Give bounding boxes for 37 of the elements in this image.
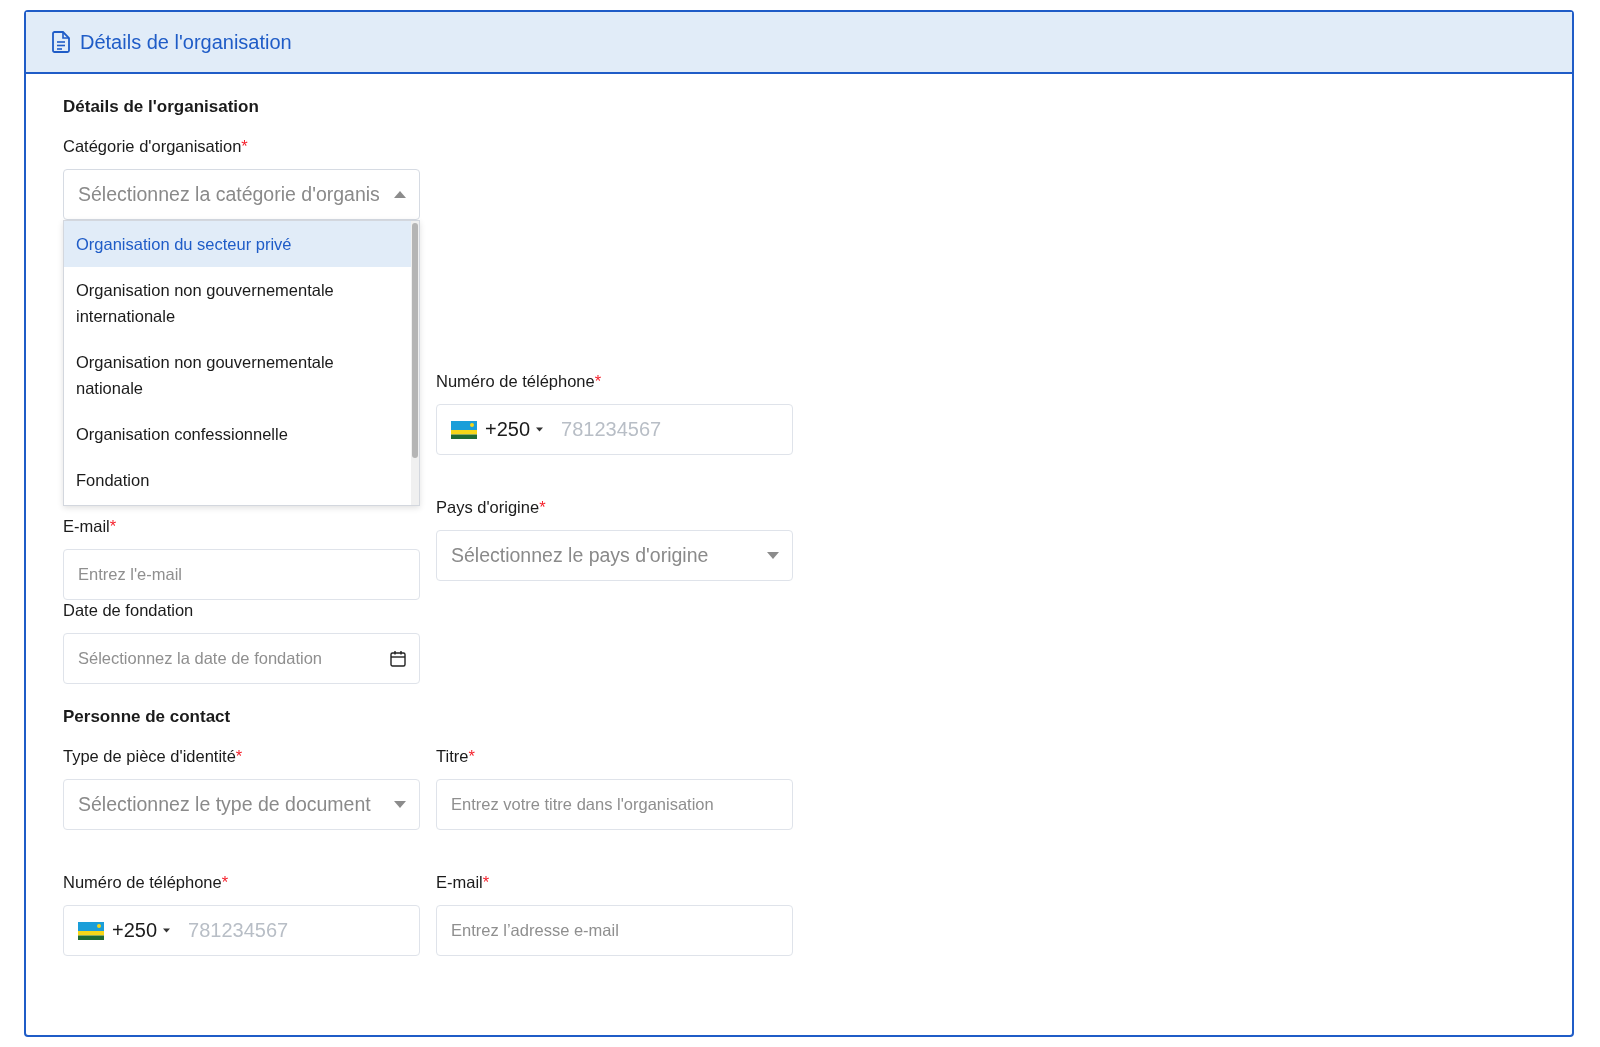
section-title: Personne de contact [63, 706, 232, 728]
required-mark: * [241, 136, 248, 156]
caret-icon [536, 427, 544, 432]
dial-code[interactable]: +250 [485, 418, 531, 441]
caret-icon [767, 552, 779, 559]
calendar-icon [390, 650, 406, 667]
field-label: E-mail [436, 872, 483, 892]
required-mark: * [235, 746, 243, 766]
flag-icon [78, 921, 104, 940]
field-label: Pays d'origine [436, 497, 540, 517]
field-label: Titre [436, 746, 469, 766]
header-title: Détails de l'organisation [80, 30, 292, 54]
dial-code[interactable]: +250 [112, 919, 158, 942]
required-mark: * [539, 497, 546, 517]
required-mark: * [482, 872, 490, 892]
document-icon [52, 31, 70, 53]
caret-icon [163, 928, 171, 933]
phone-field[interactable]: +250 781234567 [436, 404, 793, 455]
required-mark: * [221, 872, 229, 892]
required-mark: * [594, 371, 602, 391]
field-label: Catégorie d'organisation [63, 136, 242, 156]
scrollbar[interactable] [411, 221, 419, 505]
select-field[interactable]: Sélectionnez le pays d'origine [436, 530, 793, 581]
field-label: Numéro de téléphone [436, 371, 595, 391]
dropdown-option[interactable]: Organisation du secteur privé [64, 221, 411, 267]
field-label: Date de fondation [63, 600, 194, 620]
required-mark: * [109, 516, 117, 536]
phone-field[interactable]: +250 781234567 [63, 905, 420, 956]
required-mark: * [468, 746, 475, 766]
field-label: Numéro de téléphone [63, 872, 222, 892]
flag-icon [451, 420, 477, 439]
field-label: Type de pièce d'identité [63, 746, 236, 766]
field-label: E-mail [63, 516, 110, 536]
select-field[interactable]: Sélectionnez la catégorie d'organis [63, 169, 420, 220]
caret-icon [394, 191, 406, 198]
section-title: Détails de l'organisation [63, 96, 260, 118]
caret-icon [394, 801, 406, 808]
